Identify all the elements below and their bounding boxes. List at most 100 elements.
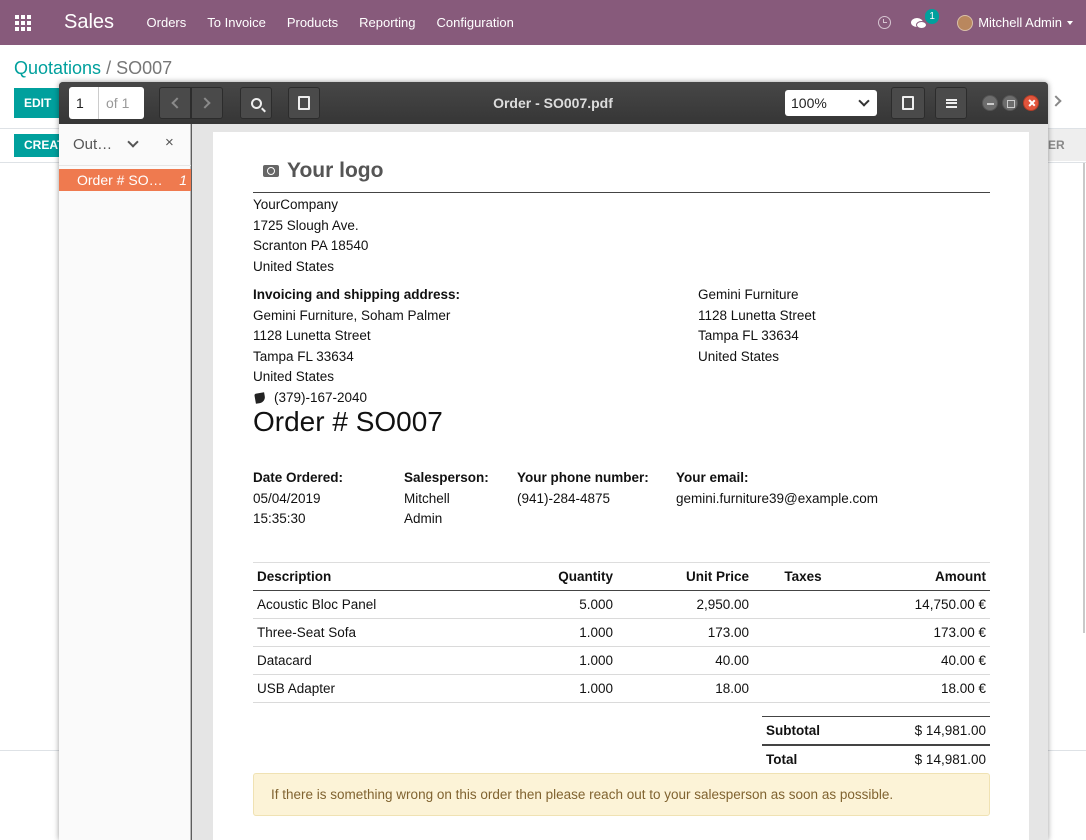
- col-taxes: Taxes: [753, 562, 853, 591]
- menu-reporting[interactable]: Reporting: [349, 15, 426, 30]
- page-number-input[interactable]: 1: [69, 87, 98, 119]
- previous-page-button[interactable]: [159, 87, 191, 119]
- your-email: Your email: gemini.furniture39@example.c…: [676, 468, 878, 509]
- page-count: of 1: [98, 87, 144, 119]
- line-unit-price: 18.00: [617, 674, 753, 703]
- table-row: Datacard 1.000 40.00 40.00 €: [253, 646, 990, 675]
- table-row: Acoustic Bloc Panel 5.000 2,950.00 14,75…: [253, 590, 990, 619]
- outline-item[interactable]: Order # SO… 1: [59, 169, 191, 191]
- logo-text: Your logo: [287, 159, 384, 182]
- activity-clock-icon[interactable]: [878, 16, 892, 29]
- app-brand[interactable]: Sales: [64, 11, 114, 34]
- line-description: Acoustic Bloc Panel: [253, 590, 483, 619]
- page-scrollbar[interactable]: [1083, 163, 1085, 633]
- menu-products[interactable]: Products: [276, 15, 348, 30]
- salesperson-first: Mitchell: [404, 490, 450, 506]
- total-row: Total $ 14,981.00: [762, 743, 990, 773]
- menu-to-invoice[interactable]: To Invoice: [197, 15, 277, 30]
- company-name: YourCompany: [253, 197, 339, 212]
- line-unit-price: 40.00: [617, 646, 753, 675]
- status-button-partial[interactable]: ER: [1048, 129, 1086, 161]
- invoicing-label: Invoicing and shipping address:: [253, 287, 461, 302]
- create-invoice-button[interactable]: CREATE: [14, 134, 64, 157]
- breadcrumb-current: SO007: [116, 58, 173, 78]
- search-icon: [250, 97, 262, 109]
- outline-dropdown[interactable]: Out…: [73, 136, 112, 153]
- sidebar-toggle-button[interactable]: [288, 87, 320, 119]
- outline-item-label: Order # SO…: [77, 172, 163, 188]
- apps-menu-icon[interactable]: [0, 0, 46, 45]
- document-title: Order - SO007.pdf: [493, 95, 613, 111]
- col-unit-price: Unit Price: [617, 562, 753, 591]
- order-title: Order # SO007: [253, 406, 443, 437]
- zoom-select[interactable]: 100%: [785, 90, 877, 116]
- minimize-window-button[interactable]: [982, 95, 998, 111]
- line-amount: 18.00 €: [853, 674, 990, 703]
- line-amount: 14,750.00 €: [853, 590, 990, 619]
- line-amount: 40.00 €: [853, 646, 990, 675]
- user-caret-icon[interactable]: [1067, 20, 1073, 25]
- menu-configuration[interactable]: Configuration: [426, 15, 524, 30]
- line-quantity: 1.000: [483, 646, 617, 675]
- your-phone-label: Your phone number:: [517, 470, 649, 485]
- company-country: United States: [253, 258, 335, 274]
- line-description: Datacard: [253, 646, 483, 675]
- line-quantity: 1.000: [483, 674, 617, 703]
- user-menu[interactable]: Mitchell Admin: [978, 15, 1062, 30]
- partner-city: Tampa FL 33634: [698, 328, 799, 344]
- pdf-toolbar: 1 of 1 Order - SO007.pdf 100%: [59, 82, 1048, 124]
- line-taxes: [753, 646, 853, 675]
- company-city: Scranton PA 18540: [253, 238, 369, 254]
- close-window-button[interactable]: [1023, 95, 1039, 111]
- salesperson-label: Salesperson:: [404, 470, 489, 485]
- line-description: Three-Seat Sofa: [253, 618, 483, 647]
- salesperson-last: Admin: [404, 511, 443, 527]
- find-button[interactable]: [240, 87, 272, 119]
- chevron-down-icon[interactable]: [127, 136, 139, 148]
- maximize-window-button[interactable]: [1002, 95, 1018, 111]
- pdf-viewer-window: 1 of 1 Order - SO007.pdf 100% Out… × Ord…: [59, 82, 1048, 840]
- subtotal-row: Subtotal $ 14,981.00: [762, 716, 990, 745]
- subtotal-label: Subtotal: [762, 716, 863, 745]
- col-description: Description: [253, 562, 483, 591]
- line-taxes: [753, 590, 853, 619]
- viewer-menu-button[interactable]: [935, 87, 967, 119]
- breadcrumb-quotations[interactable]: Quotations: [14, 58, 101, 78]
- totals-table: Subtotal $ 14,981.00 Total $ 14,981.00: [762, 716, 990, 773]
- your-phone-value: (941)-284-4875: [517, 490, 611, 506]
- clipboard-icon: [298, 96, 310, 110]
- outline-header: Out… ×: [59, 124, 191, 166]
- menu-orders[interactable]: Orders: [136, 15, 197, 30]
- line-quantity: 5.000: [483, 590, 617, 619]
- line-quantity: 1.000: [483, 618, 617, 647]
- next-page-button[interactable]: [191, 87, 223, 119]
- table-header-row: Description Quantity Unit Price Taxes Am…: [253, 562, 990, 591]
- camera-icon: [263, 165, 279, 177]
- pager-next-icon[interactable]: [1050, 95, 1062, 107]
- salesperson: Salesperson: Mitchell Admin: [404, 468, 489, 530]
- messaging-chat-icon[interactable]: 1: [911, 8, 940, 29]
- total-value: $ 14,981.00: [862, 743, 990, 773]
- invoicing-address: Invoicing and shipping address: Gemini F…: [253, 285, 460, 409]
- line-unit-price: 2,950.00: [617, 590, 753, 619]
- partner-country: United States: [698, 348, 780, 364]
- line-taxes: [753, 674, 853, 703]
- line-unit-price: 173.00: [617, 618, 753, 647]
- close-sidebar-icon[interactable]: ×: [165, 134, 174, 151]
- top-navbar: Sales Orders To Invoice Products Reporti…: [0, 0, 1086, 45]
- order-lines-table: Description Quantity Unit Price Taxes Am…: [253, 562, 990, 703]
- user-avatar[interactable]: [957, 14, 974, 31]
- document-properties-button[interactable]: [891, 87, 925, 119]
- outline-item-page: 1: [179, 172, 187, 188]
- hamburger-icon: [945, 98, 957, 108]
- your-email-label: Your email:: [676, 470, 749, 485]
- edit-button[interactable]: EDIT: [14, 88, 62, 118]
- date-ordered-label: Date Ordered:: [253, 470, 344, 485]
- breadcrumb: Quotations / SO007: [14, 58, 173, 78]
- col-amount: Amount: [853, 562, 990, 591]
- invoicing-name: Gemini Furniture, Soham Palmer: [253, 307, 451, 323]
- outline-sidebar: Out… × Order # SO… 1: [59, 124, 191, 840]
- partner-name: Gemini Furniture: [698, 287, 799, 302]
- document-scroll-area[interactable]: Your logo YourCompany 1725 Slough Ave. S…: [192, 124, 1048, 840]
- invoicing-city: Tampa FL 33634: [253, 348, 354, 364]
